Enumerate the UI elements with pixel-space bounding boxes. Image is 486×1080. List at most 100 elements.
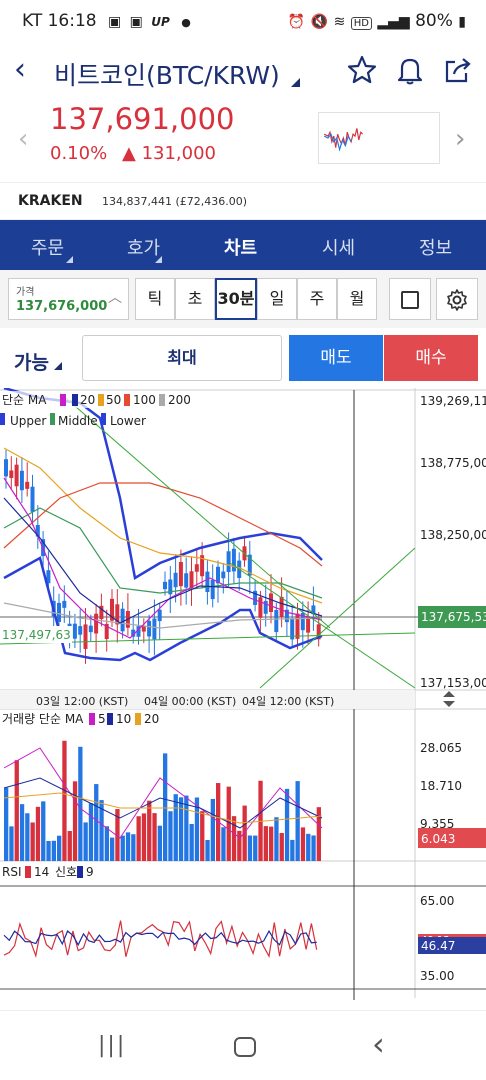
rsi-signal-label: 신호 — [55, 865, 77, 879]
interval-day[interactable]: 일 — [257, 278, 297, 320]
candle-body — [258, 597, 263, 618]
available-selector[interactable]: 가능 — [14, 348, 62, 375]
price-selector-value: 137,676,000 — [16, 299, 108, 314]
tab-chart[interactable]: 차트 — [224, 234, 257, 260]
volume-bar — [14, 760, 19, 861]
price-tick-3: 138,250,000 — [420, 528, 486, 542]
legend-ma20-swatch — [72, 394, 78, 406]
legend-lower-swatch — [101, 413, 106, 425]
share-icon[interactable] — [442, 54, 474, 86]
chart-settings-button[interactable] — [436, 278, 478, 320]
volume-bar — [62, 740, 67, 861]
alarm-icon: ⏰ — [287, 14, 306, 30]
volume-bar — [300, 827, 306, 861]
bell-icon[interactable] — [394, 54, 426, 86]
prev-coin-arrow-icon[interactable]: ‹ — [18, 124, 28, 154]
volume-bar — [4, 787, 9, 861]
trade-row: 가능 최대 매도 매수 — [0, 328, 486, 388]
hd-icon: HD — [350, 17, 372, 30]
volume-bar — [226, 786, 231, 861]
title-dropdown-icon[interactable] — [291, 78, 300, 87]
tab-market[interactable]: 시세 — [322, 234, 355, 260]
max-button[interactable]: 최대 — [82, 335, 282, 381]
volume-bar — [237, 830, 242, 861]
interval-month[interactable]: 월 — [337, 278, 377, 320]
candle-body — [173, 572, 178, 588]
battery-icon: ▮ — [458, 14, 466, 30]
candle-body — [178, 562, 183, 587]
back-arrow-icon[interactable]: ‹ — [14, 52, 26, 87]
tab-order[interactable]: 주문 — [31, 234, 64, 260]
buy-button[interactable]: 매수 — [384, 335, 478, 381]
vol-tick-2: 18.710 — [420, 779, 462, 793]
price-tick-1: 139,269,111 — [420, 394, 486, 408]
volume-bar — [67, 830, 72, 861]
volume-bar — [306, 833, 311, 861]
fullscreen-toggle[interactable] — [389, 278, 431, 320]
volume-bar — [104, 826, 109, 861]
page-title[interactable]: 비트코인(BTC/KRW) — [54, 56, 280, 92]
tab-info[interactable]: 정보 — [419, 234, 452, 260]
vol-ma10-swatch — [107, 713, 113, 725]
legend-upper-swatch — [0, 413, 5, 425]
candle-body — [4, 459, 8, 477]
rsi-signal-line — [3, 929, 317, 947]
volume-bar — [125, 832, 131, 861]
signal-icon: ▂▄▆ — [377, 14, 410, 30]
candle-body — [189, 571, 194, 589]
main-tabs: 주문 호가 차트 시세 정보 — [0, 220, 486, 270]
rsi-period-label: 14 — [34, 865, 49, 879]
recent-apps-icon[interactable]: ||| — [98, 1033, 126, 1058]
candle-body — [152, 618, 157, 640]
interval-second[interactable]: 초 — [175, 278, 215, 320]
next-coin-arrow-icon[interactable]: › — [455, 124, 465, 154]
volume-bar — [110, 837, 115, 861]
volume-bar — [152, 813, 157, 861]
price-chart[interactable]: 단순 MA 20 50 100 200 Upper Middle Lower 1… — [0, 388, 486, 1010]
candle-body — [221, 571, 226, 579]
vol-tick-1: 28.065 — [420, 741, 462, 755]
price-selector[interactable]: 가격 137,676,000 ︿ — [8, 278, 129, 320]
interval-tick[interactable]: 틱 — [135, 278, 175, 320]
volume-marks — [3, 740, 323, 861]
volume-bar — [57, 835, 62, 861]
volume-bar — [163, 753, 168, 861]
legend-lower-label: Lower — [110, 414, 146, 428]
current-price: 137,691,000 — [50, 102, 235, 136]
candle-body — [231, 548, 236, 572]
volume-bar — [35, 806, 41, 861]
last-price-label: 137,675,536 — [421, 610, 486, 624]
legend-ma50-swatch — [98, 394, 104, 406]
candle-body — [19, 470, 24, 491]
legend-ma200-label: 200 — [168, 393, 191, 407]
candle-body — [25, 481, 30, 489]
candle-body — [57, 602, 61, 622]
volume-bar — [295, 781, 300, 861]
volume-bar — [210, 798, 215, 861]
up-badge: UP — [151, 15, 170, 29]
gear-icon — [447, 288, 467, 311]
change-amount-value: 131,000 — [141, 143, 217, 164]
legend-ma100-label: 100 — [133, 393, 156, 407]
vol-ma20-label: 20 — [144, 712, 159, 726]
back-icon[interactable]: ‹ — [372, 1025, 385, 1063]
home-icon[interactable] — [234, 1037, 256, 1057]
volume-bar — [168, 811, 173, 861]
volume-bar — [200, 811, 205, 861]
price-tick-2: 138,775,000 — [420, 456, 486, 470]
volume-bar — [253, 835, 258, 861]
price-legend: 단순 MA 20 50 100 200 Upper Middle Lower — [0, 391, 224, 428]
legend-ma20-label: 20 — [80, 393, 95, 407]
candle-body — [226, 551, 231, 573]
interval-30min[interactable]: 30분 — [215, 278, 257, 320]
sell-button[interactable]: 매도 — [289, 335, 383, 381]
rsi-last-label: 46.47 — [421, 939, 455, 953]
volume-bar — [30, 822, 35, 861]
star-icon[interactable] — [346, 54, 378, 86]
interval-week[interactable]: 주 — [297, 278, 337, 320]
tab-order-dropdown-icon — [66, 256, 73, 263]
trendline-1 — [59, 392, 331, 629]
scale-arrows-icon[interactable] — [443, 691, 455, 707]
volume-bar — [141, 813, 147, 861]
legend-ma50-label: 50 — [106, 393, 121, 407]
